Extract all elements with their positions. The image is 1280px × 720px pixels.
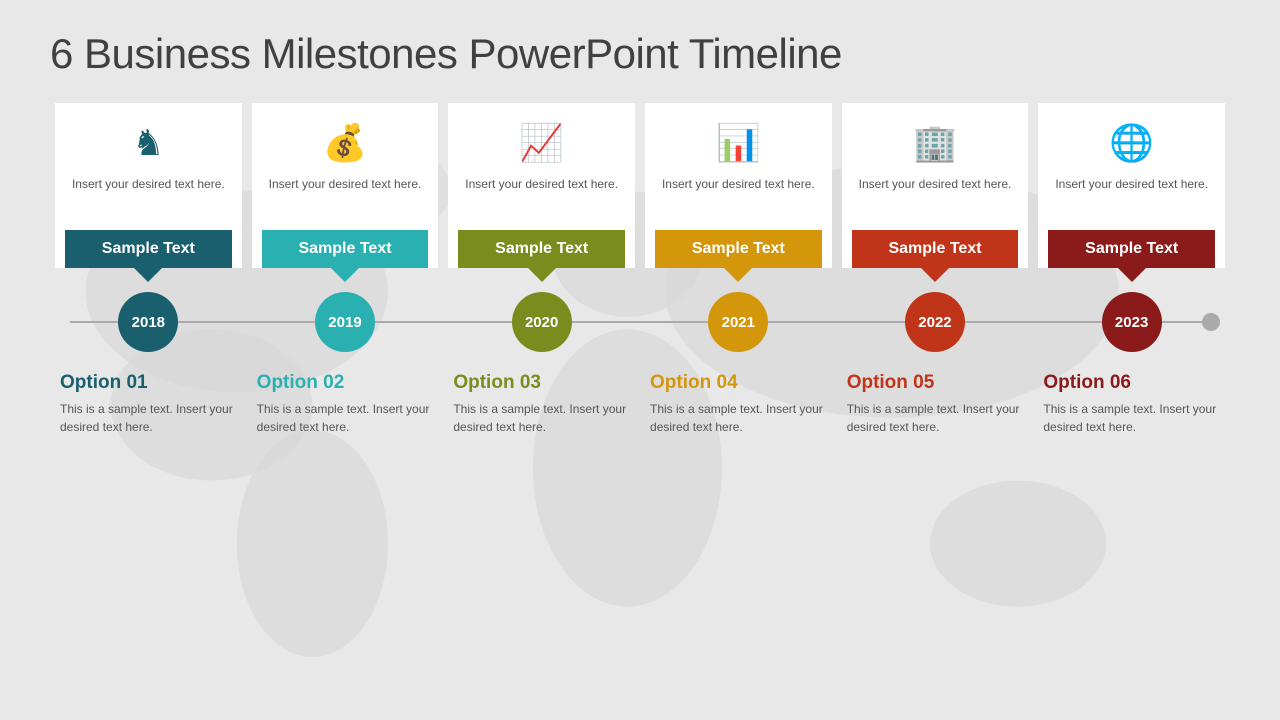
timeline-dot-2: 2019 xyxy=(315,292,375,352)
options-row: Option 01 This is a sample text. Insert … xyxy=(50,372,1230,436)
slide: 6 Business Milestones PowerPoint Timelin… xyxy=(0,0,1280,720)
option-4: Option 04 This is a sample text. Insert … xyxy=(640,372,837,436)
card-2: 💰 Insert your desired text here. Sample … xyxy=(252,103,439,268)
timeline-section: 2018 2019 2020 2021 2022 2023 xyxy=(50,282,1230,362)
option-text-1: This is a sample text. Insert your desir… xyxy=(60,400,242,436)
timeline-dot-4: 2021 xyxy=(708,292,768,352)
option-text-3: This is a sample text. Insert your desir… xyxy=(453,400,635,436)
card-label-6: Sample Text xyxy=(1048,230,1215,268)
card-4: 📊 Insert your desired text here. Sample … xyxy=(645,103,832,268)
card-text-4: Insert your desired text here. xyxy=(662,176,815,222)
card-icon-6: 🌐 xyxy=(1109,118,1154,168)
option-text-5: This is a sample text. Insert your desir… xyxy=(847,400,1029,436)
card-3: 📈 Insert your desired text here. Sample … xyxy=(448,103,635,268)
slide-content: 6 Business Milestones PowerPoint Timelin… xyxy=(50,30,1230,436)
option-5: Option 05 This is a sample text. Insert … xyxy=(837,372,1034,436)
option-title-1: Option 01 xyxy=(60,372,242,394)
card-text-5: Insert your desired text here. xyxy=(859,176,1012,222)
option-title-4: Option 04 xyxy=(650,372,832,394)
card-label-3: Sample Text xyxy=(458,230,625,268)
timeline-dot-3: 2020 xyxy=(512,292,572,352)
option-title-2: Option 02 xyxy=(257,372,439,394)
option-title-5: Option 05 xyxy=(847,372,1029,394)
option-title-6: Option 06 xyxy=(1043,372,1225,394)
card-icon-1: ♞ xyxy=(132,118,164,168)
cards-row: ♞ Insert your desired text here. Sample … xyxy=(50,103,1230,268)
option-text-4: This is a sample text. Insert your desir… xyxy=(650,400,832,436)
card-6: 🌐 Insert your desired text here. Sample … xyxy=(1038,103,1225,268)
option-text-6: This is a sample text. Insert your desir… xyxy=(1043,400,1225,436)
timeline-end-dot xyxy=(1202,313,1220,331)
timeline-dots: 2018 2019 2020 2021 2022 2023 xyxy=(50,292,1230,352)
timeline-dot-6: 2023 xyxy=(1102,292,1162,352)
card-icon-4: 📊 xyxy=(716,118,761,168)
card-label-1: Sample Text xyxy=(65,230,232,268)
timeline-dot-1: 2018 xyxy=(118,292,178,352)
timeline-dot-5: 2022 xyxy=(905,292,965,352)
card-icon-3: 📈 xyxy=(519,118,564,168)
card-text-6: Insert your desired text here. xyxy=(1055,176,1208,222)
card-label-4: Sample Text xyxy=(655,230,822,268)
option-3: Option 03 This is a sample text. Insert … xyxy=(443,372,640,436)
card-icon-5: 🏢 xyxy=(913,118,958,168)
card-text-3: Insert your desired text here. xyxy=(465,176,618,222)
card-5: 🏢 Insert your desired text here. Sample … xyxy=(842,103,1029,268)
option-1: Option 01 This is a sample text. Insert … xyxy=(50,372,247,436)
option-title-3: Option 03 xyxy=(453,372,635,394)
card-label-2: Sample Text xyxy=(262,230,429,268)
card-text-2: Insert your desired text here. xyxy=(269,176,422,222)
page-title: 6 Business Milestones PowerPoint Timelin… xyxy=(50,30,1230,78)
option-6: Option 06 This is a sample text. Insert … xyxy=(1033,372,1230,436)
card-text-1: Insert your desired text here. xyxy=(72,176,225,222)
card-icon-2: 💰 xyxy=(323,118,368,168)
card-label-5: Sample Text xyxy=(852,230,1019,268)
card-1: ♞ Insert your desired text here. Sample … xyxy=(55,103,242,268)
option-2: Option 02 This is a sample text. Insert … xyxy=(247,372,444,436)
option-text-2: This is a sample text. Insert your desir… xyxy=(257,400,439,436)
